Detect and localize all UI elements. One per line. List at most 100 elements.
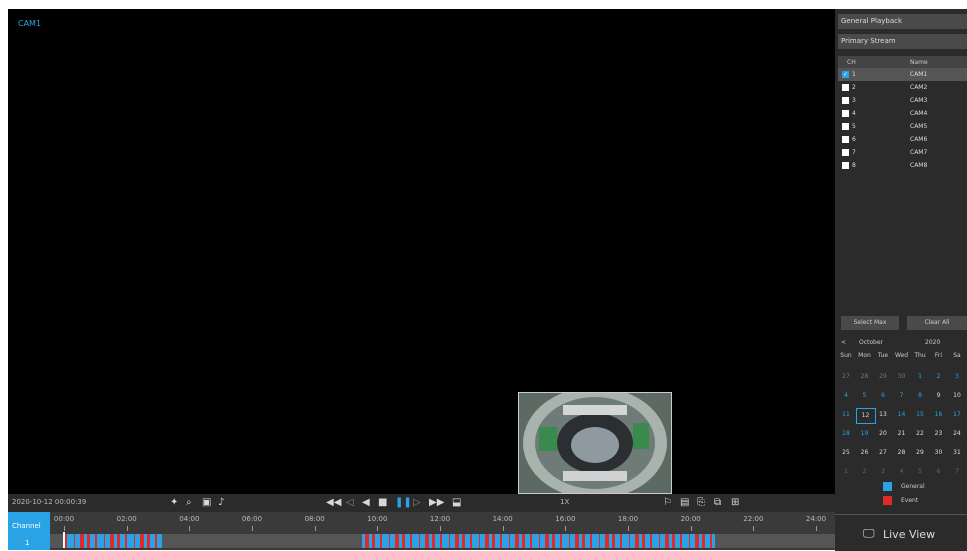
calendar-day[interactable]: 5 <box>911 468 929 475</box>
calendar-day[interactable]: 20 <box>874 430 892 437</box>
calendar-day[interactable]: 30 <box>930 449 948 456</box>
calendar-day[interactable]: 21 <box>893 430 911 437</box>
export-icon[interactable]: ⎘ <box>697 497 705 509</box>
year-select[interactable]: 2020 <box>925 339 940 346</box>
calendar-day[interactable]: 7 <box>893 392 911 399</box>
save-icon[interactable]: ▤ <box>680 497 689 509</box>
pause-icon[interactable]: ❚❚ <box>395 497 412 509</box>
channel-row[interactable]: 6 CAM6 <box>838 133 967 146</box>
channel-checkbox[interactable] <box>842 162 849 169</box>
recording-track[interactable] <box>50 532 835 548</box>
timeline[interactable]: Channel 1 00:00 02:00 04:00 06:00 08:00 10:00… <box>8 512 835 550</box>
channel-row[interactable]: 3 CAM3 <box>838 94 967 107</box>
calendar-day[interactable]: 2 <box>856 468 874 475</box>
calendar-day[interactable]: 1 <box>837 468 855 475</box>
calendar-day[interactable]: 6 <box>930 468 948 475</box>
channel-row[interactable]: 7 CAM7 <box>838 146 967 159</box>
calendar-day[interactable]: 31 <box>948 449 966 456</box>
video-pane[interactable]: CAM1 <box>8 9 835 494</box>
calendar-day[interactable]: 3 <box>874 468 892 475</box>
calendar-day[interactable]: 25 <box>837 449 855 456</box>
channel-number-label: 1 <box>852 71 856 78</box>
channel-row[interactable]: ✓ 1 CAM1 <box>838 68 967 81</box>
calendar-day[interactable]: 30 <box>893 373 911 380</box>
channel-row[interactable]: 5 CAM5 <box>838 120 967 133</box>
calendar-day[interactable]: 15 <box>911 411 929 418</box>
calendar-day[interactable]: 22 <box>911 430 929 437</box>
calendar-day[interactable]: 1 <box>911 373 929 380</box>
calendar-grid: 27 28 29 30 1 2 3 4 5 6 7 8 9 10 11 12 13 14 15 16 17 18 19 20 2… <box>835 369 967 483</box>
step-forward-icon[interactable]: ▷ <box>413 497 421 509</box>
channel-row[interactable]: 4 CAM4 <box>838 107 967 120</box>
clear-all-button[interactable]: Clear All <box>907 316 967 330</box>
tile-icon[interactable]: ⧉ <box>714 497 721 509</box>
channel-checkbox[interactable] <box>842 97 849 104</box>
calendar-day[interactable]: 28 <box>856 373 874 380</box>
fast-rewind-icon[interactable]: ◀◀ <box>326 497 341 509</box>
channel-checkbox[interactable]: ✓ <box>842 71 849 78</box>
month-select[interactable]: October <box>859 339 883 346</box>
time-tick-label: 16:00 <box>555 515 576 523</box>
time-ruler[interactable]: 00:00 02:00 04:00 06:00 08:00 10:00 12:00 14:00… <box>50 512 835 532</box>
calendar-day[interactable]: 4 <box>893 468 911 475</box>
channel-name-label: CAM3 <box>910 97 928 104</box>
calendar-day[interactable]: 24 <box>948 430 966 437</box>
calendar-week: 27 28 29 30 1 2 3 <box>835 369 967 388</box>
calendar-day[interactable]: 16 <box>930 411 948 418</box>
calendar-day[interactable]: 18 <box>837 430 855 437</box>
calendar-day[interactable]: 14 <box>893 411 911 418</box>
calendar-day[interactable]: 8 <box>911 392 929 399</box>
fast-forward-icon[interactable]: ▶▶ <box>429 497 444 509</box>
playhead-cursor[interactable] <box>63 532 65 548</box>
calendar-day[interactable]: 9 <box>930 392 948 399</box>
layout-icon[interactable]: ⊞ <box>731 497 739 509</box>
calendar-day[interactable]: 3 <box>948 373 966 380</box>
time-tick-label: 20:00 <box>680 515 701 523</box>
calendar-day[interactable]: 7 <box>948 468 966 475</box>
calendar-day[interactable]: 29 <box>911 449 929 456</box>
calendar-day[interactable]: 4 <box>837 392 855 399</box>
channel-checkbox[interactable] <box>842 84 849 91</box>
clip-icon[interactable]: ⬓ <box>452 497 461 509</box>
live-view-button[interactable]: 🖵 Live View <box>835 514 967 551</box>
calendar-day[interactable]: 12 <box>855 408 876 424</box>
zoom-icon[interactable]: ⌕ <box>186 497 192 509</box>
calendar-day[interactable]: 28 <box>893 449 911 456</box>
prev-month-button[interactable]: < <box>841 339 846 346</box>
fisheye-preview[interactable] <box>518 392 672 494</box>
calendar-day[interactable]: 10 <box>948 392 966 399</box>
channel-checkbox[interactable] <box>842 149 849 156</box>
calendar-day[interactable]: 11 <box>837 411 855 418</box>
calendar-day[interactable]: 27 <box>874 449 892 456</box>
calendar-day[interactable]: 27 <box>837 373 855 380</box>
tag-icon[interactable]: ⚐ <box>663 497 672 509</box>
fisheye-icon[interactable]: ✦ <box>170 497 178 509</box>
channel-row[interactable]: 2 CAM2 <box>838 81 967 94</box>
snapshot-icon[interactable]: ▣ <box>202 497 211 509</box>
calendar-day[interactable]: 2 <box>930 373 948 380</box>
mute-icon[interactable]: ♪ <box>218 497 224 509</box>
calendar-day[interactable]: 6 <box>874 392 892 399</box>
name-column-header: Name <box>910 59 928 66</box>
channel-checkbox[interactable] <box>842 123 849 130</box>
select-max-button[interactable]: Select Max <box>841 316 899 330</box>
calendar-day[interactable]: 19 <box>856 430 874 437</box>
step-back-icon[interactable]: ◁ <box>346 497 354 509</box>
reverse-play-icon[interactable]: ◀ <box>362 497 370 509</box>
calendar-day[interactable]: 17 <box>948 411 966 418</box>
channel-checkbox[interactable] <box>842 136 849 143</box>
playback-mode-select[interactable]: General Playback <box>838 14 967 29</box>
stream-select[interactable]: Primary Stream <box>838 34 967 49</box>
channel-name-label: CAM8 <box>910 162 928 169</box>
camera-label: CAM1 <box>18 19 42 28</box>
channel-row[interactable]: 8 CAM8 <box>838 159 967 172</box>
calendar-day[interactable]: 29 <box>874 373 892 380</box>
stop-icon[interactable]: ■ <box>378 497 387 509</box>
channel-header: Channel <box>12 522 41 530</box>
calendar-day[interactable]: 13 <box>874 411 892 418</box>
calendar-day[interactable]: 23 <box>930 430 948 437</box>
channel-checkbox[interactable] <box>842 110 849 117</box>
channel-number: 1 <box>25 539 30 547</box>
calendar-day[interactable]: 5 <box>856 392 874 399</box>
calendar-day[interactable]: 26 <box>856 449 874 456</box>
